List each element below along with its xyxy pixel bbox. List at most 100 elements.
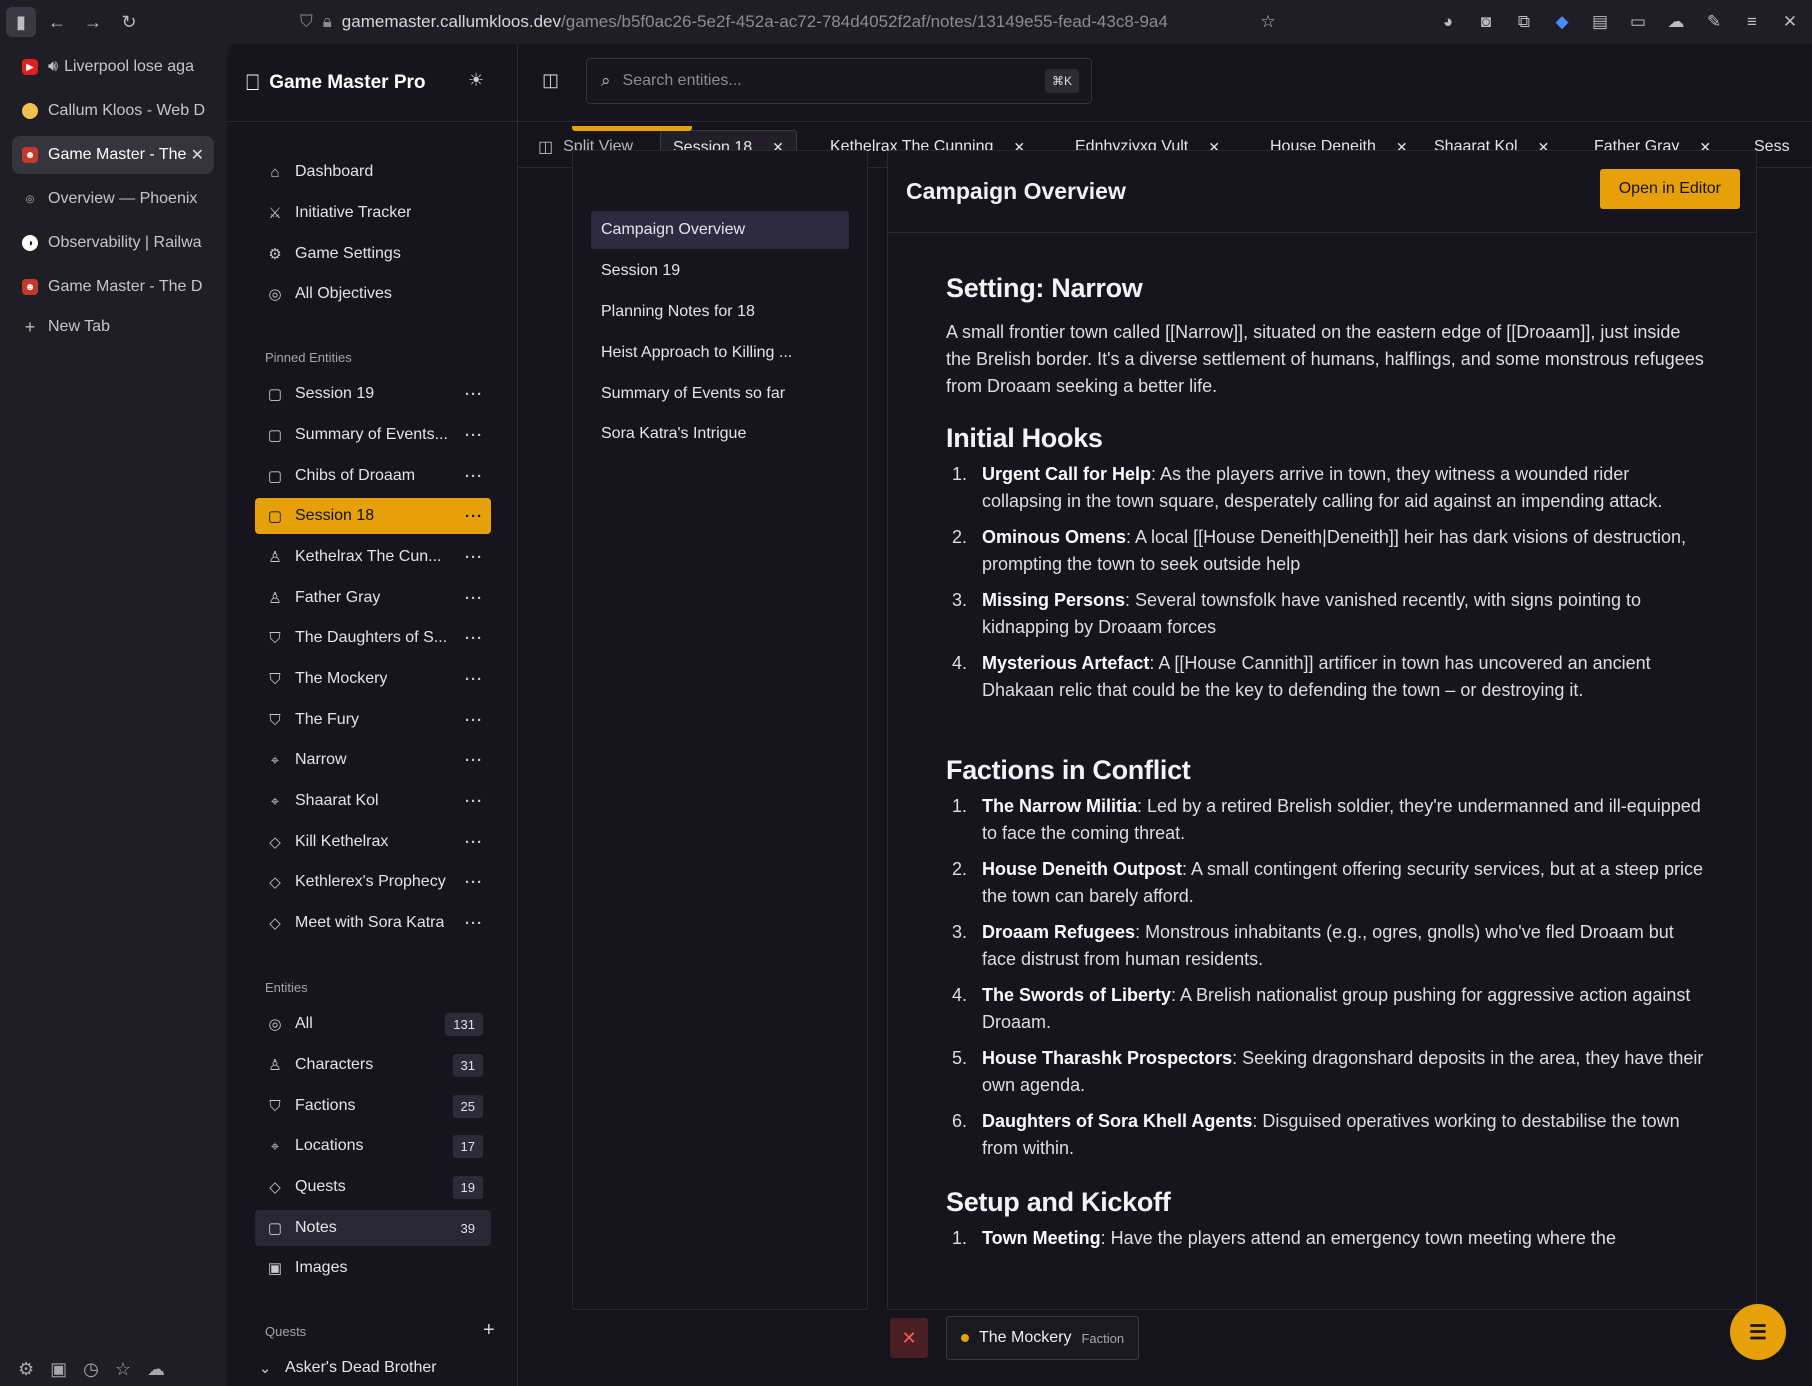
more-icon[interactable]: ···	[465, 752, 483, 769]
archive-icon[interactable]: ▤	[1584, 7, 1616, 37]
close-tab-icon[interactable]: ✕	[191, 145, 204, 165]
pinned-item[interactable]: ◇ Meet with Sora Katra ···	[255, 905, 491, 941]
close-split-button[interactable]: ✕	[890, 1318, 928, 1358]
pinned-item[interactable]: ⛉ The Fury ···	[255, 702, 491, 738]
pinned-item[interactable]: ▢ Chibs of Droaam ···	[255, 458, 491, 494]
pinned-label: Meet with Sora Katra	[295, 914, 445, 931]
entity-label: Quests	[295, 1178, 346, 1195]
panel-toggle-icon[interactable]: ◫	[542, 70, 559, 91]
more-icon[interactable]: ···	[465, 590, 483, 607]
checklist-fab[interactable]: ☰	[1730, 1304, 1786, 1360]
more-icon[interactable]: ···	[465, 712, 483, 729]
search-input[interactable]: ⌕ Search entities... ⌘K	[586, 58, 1092, 104]
pinned-item[interactable]: ▢ Session 19 ···	[255, 376, 491, 412]
entity-chip[interactable]: The Mockery Faction	[946, 1316, 1140, 1360]
more-icon[interactable]: ···	[465, 468, 483, 485]
target-icon: ◎	[268, 286, 282, 303]
pinned-item[interactable]: ⌖ Shaarat Kol ···	[255, 783, 491, 819]
menu-icon[interactable]: ≡	[1736, 7, 1768, 37]
extensions-icon[interactable]: ⧉	[1508, 7, 1540, 37]
nav-initiative-tracker[interactable]: ⚔ Initiative Tracker	[255, 195, 491, 231]
more-icon[interactable]: ···	[465, 427, 483, 444]
note-list-item-active[interactable]: Campaign Overview	[591, 211, 849, 249]
entity-locations[interactable]: ⌖ Locations 17	[255, 1128, 491, 1164]
quest-group[interactable]: ⌄ Asker's Dead Brother	[255, 1350, 491, 1386]
more-icon[interactable]: ···	[465, 834, 483, 851]
pinned-item[interactable]: ♙ Kethelrax The Cun... ···	[255, 539, 491, 575]
theme-toggle-icon[interactable]: ☀	[468, 70, 484, 91]
browser-tab[interactable]: ◑ Observability | Railwa	[12, 224, 214, 262]
pinned-item[interactable]: ◇ Kill Kethelrax ···	[255, 824, 491, 860]
new-tab-button[interactable]: + New Tab	[12, 308, 214, 346]
more-icon[interactable]: ···	[465, 915, 483, 932]
more-icon[interactable]: ···	[465, 671, 483, 688]
browser-tab[interactable]: ◎ Overview — Phoenix	[12, 180, 214, 218]
more-icon[interactable]: ···	[465, 386, 483, 403]
more-icon[interactable]: ···	[465, 793, 483, 810]
quest-group-label: Asker's Dead Brother	[285, 1359, 437, 1376]
entity-images[interactable]: ▣ Images	[255, 1250, 491, 1286]
gear-icon[interactable]: ⚙	[18, 1359, 34, 1380]
back-icon[interactable]: ←	[42, 7, 72, 37]
entity-all[interactable]: ◎ All 131	[255, 1006, 491, 1042]
nav-dashboard[interactable]: ⌂ Dashboard	[255, 154, 491, 190]
sidebar-toggle-icon[interactable]: ▮	[6, 7, 36, 37]
note-list-item[interactable]: Session 19	[591, 252, 849, 290]
people-icon: ♙	[268, 1057, 282, 1074]
screenshot-icon[interactable]: ◙	[1470, 7, 1502, 37]
cloud-icon[interactable]: ☁	[1660, 7, 1692, 37]
pinned-label: Session 18	[295, 507, 375, 524]
cloud-icon[interactable]: ☁	[147, 1359, 165, 1380]
note-list-item[interactable]: Sora Katra's Intrigue	[591, 415, 849, 453]
audio-icon[interactable]: 🔊︎	[48, 58, 58, 76]
save-icon[interactable]: ▣	[50, 1359, 67, 1380]
wrench-icon[interactable]: ✎	[1698, 7, 1730, 37]
lock-icon: 🔒︎	[322, 12, 332, 31]
pinned-item[interactable]: ⌖ Narrow ···	[255, 742, 491, 778]
note-list-item[interactable]: Summary of Events so far	[591, 375, 849, 413]
pinned-item-selected[interactable]: ▢ Session 18 ···	[255, 498, 491, 534]
browser-tab-label: Liverpool lose aga	[64, 58, 194, 75]
url-bar[interactable]: ⛉ 🔒︎ gamemaster.callumkloos.dev/games/b5…	[300, 8, 1280, 36]
browser-tab-active[interactable]: ☻ Game Master - The ✕	[12, 136, 214, 174]
nav-all-objectives[interactable]: ◎ All Objectives	[255, 276, 491, 312]
close-window-icon[interactable]: ✕	[1774, 7, 1806, 37]
demon-icon: ☻	[22, 147, 38, 163]
document-title: Campaign Overview	[906, 178, 1126, 204]
reload-icon[interactable]: ↻	[114, 7, 144, 37]
forward-icon[interactable]: →	[78, 7, 108, 37]
entity-factions[interactable]: ⛉ Factions 25	[255, 1088, 491, 1124]
pinned-item[interactable]: ♙ Father Gray ···	[255, 580, 491, 616]
more-icon[interactable]: ···	[465, 549, 483, 566]
faction-dot-icon	[961, 1334, 969, 1342]
pin-icon: ⌖	[270, 792, 280, 810]
browser-tab[interactable]: ▶ 🔊︎ Liverpool lose aga	[12, 48, 214, 86]
nav-label: Dashboard	[295, 163, 374, 180]
more-icon[interactable]: ···	[465, 630, 483, 647]
note-list-item[interactable]: Heist Approach to Killing ...	[591, 334, 849, 372]
entity-characters[interactable]: ♙ Characters 31	[255, 1047, 491, 1083]
bitwarden-icon[interactable]: ◆	[1546, 7, 1578, 37]
open-in-editor-button[interactable]: Open in Editor	[1599, 169, 1740, 209]
list-item: 1. Urgent Call for Help: As the players a…	[952, 464, 1663, 511]
pinned-label: Chibs of Droaam	[295, 467, 416, 484]
note-list-item[interactable]: Planning Notes for 18	[591, 293, 849, 331]
pinned-item[interactable]: ◇ Kethlerex's Prophecy ···	[255, 864, 491, 900]
pinned-item[interactable]: ⛉ The Mockery ···	[255, 661, 491, 697]
more-icon[interactable]: ···	[465, 508, 483, 525]
more-icon[interactable]: ···	[465, 874, 483, 891]
star-icon[interactable]: ☆	[115, 1359, 131, 1380]
browser-tab-label: Callum Kloos - Web D	[48, 102, 206, 119]
add-quest-icon[interactable]: +	[483, 1319, 495, 1342]
pinned-item[interactable]: ⛉ The Daughters of S... ···	[255, 620, 491, 656]
sidebar-icon[interactable]: ▭	[1622, 7, 1654, 37]
extension-avatar-icon[interactable]: ◕	[1432, 7, 1464, 37]
nav-game-settings[interactable]: ⚙ Game Settings	[255, 236, 491, 272]
bookmark-star-icon[interactable]: ☆	[1252, 7, 1284, 37]
browser-tab[interactable]: Callum Kloos - Web D	[12, 92, 214, 130]
history-icon[interactable]: ◷	[83, 1359, 99, 1380]
entity-notes[interactable]: ▢ Notes 39	[255, 1210, 491, 1246]
browser-tab[interactable]: ☻ Game Master - The D	[12, 268, 214, 306]
entity-quests[interactable]: ◇ Quests 19	[255, 1169, 491, 1205]
pinned-item[interactable]: ▢ Summary of Events... ···	[255, 417, 491, 453]
